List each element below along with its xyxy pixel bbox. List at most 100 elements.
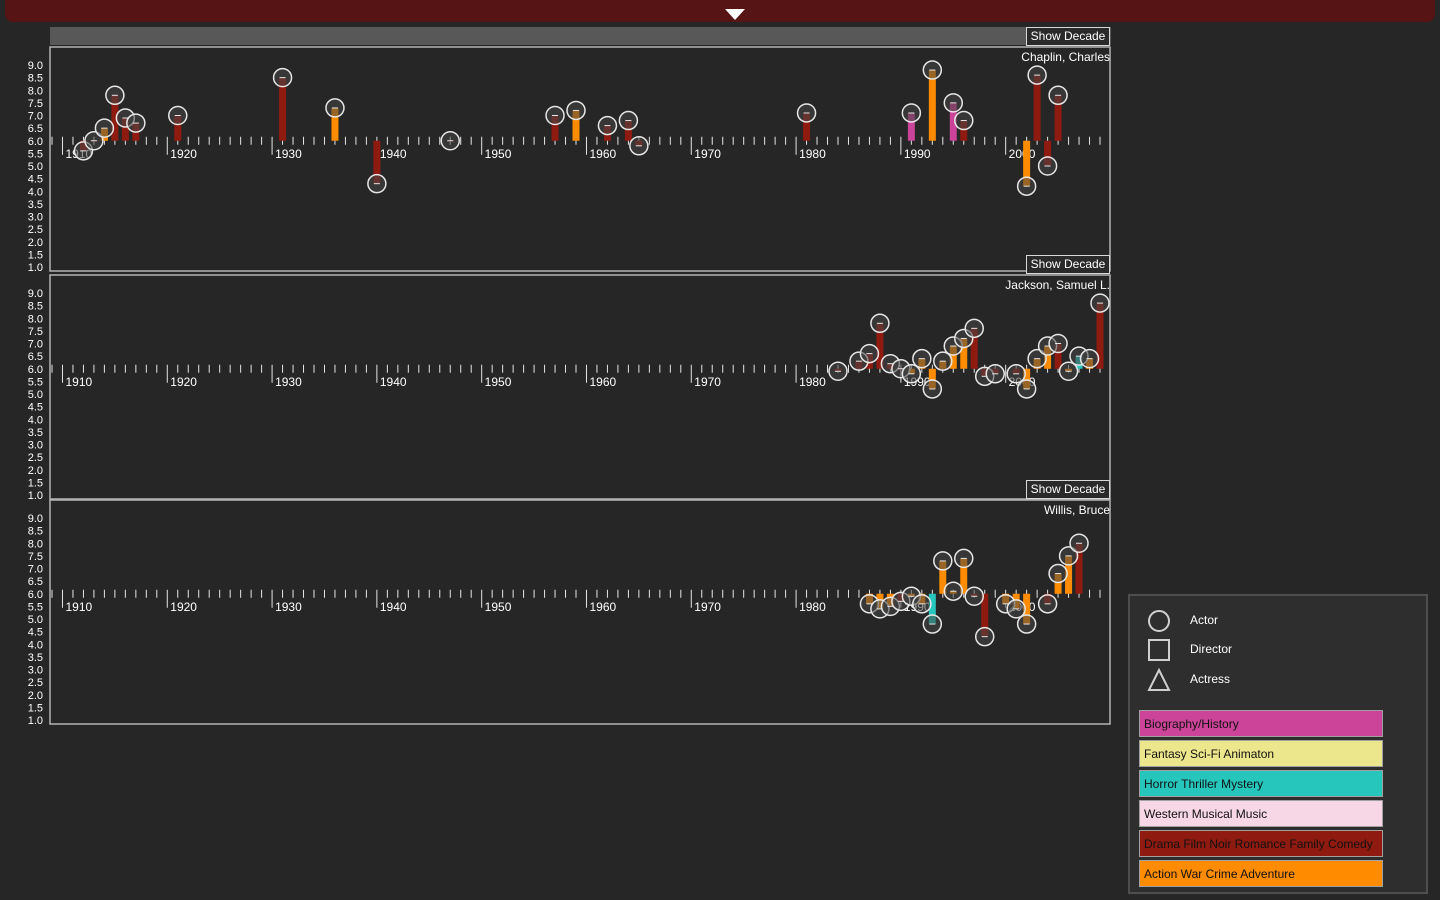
y-tick-label: 7.0 [28, 339, 43, 351]
x-tick-label: 1970 [694, 375, 721, 389]
x-tick-label: 1930 [275, 147, 302, 161]
y-tick-label: 3.5 [28, 427, 43, 439]
y-tick-label: 9.0 [28, 288, 43, 300]
y-tick-label: 8.0 [28, 538, 43, 550]
x-tick-label: 1960 [589, 147, 616, 161]
y-tick-label: 2.5 [28, 224, 43, 236]
y-tick-label: 3.5 [28, 199, 43, 211]
x-tick-label: 1980 [799, 147, 826, 161]
y-tick-label: 7.0 [28, 564, 43, 576]
y-tick-label: 9.0 [28, 60, 43, 72]
top-bar [5, 0, 1435, 22]
legend-role-actor: Actor [1146, 608, 1406, 634]
x-tick-label: 1980 [799, 600, 826, 614]
genre-filter-action[interactable]: Action War Crime Adventure [1139, 860, 1383, 887]
y-tick-label: 6.5 [28, 123, 43, 135]
y-tick-label: 5.0 [28, 161, 43, 173]
x-tick-label: 1940 [380, 600, 407, 614]
y-tick-label: 4.5 [28, 627, 43, 639]
legend-role-label: Actor [1190, 613, 1219, 627]
y-tick-label: 2.5 [28, 677, 43, 689]
x-tick-label: 1960 [589, 600, 616, 614]
y-tick-label: 4.0 [28, 186, 43, 198]
y-tick-label: 5.5 [28, 601, 43, 613]
y-tick-label: 7.0 [28, 111, 43, 123]
genre-filter-drama[interactable]: Drama Film Noir Romance Family Comedy [1139, 830, 1383, 857]
y-tick-label: 4.0 [28, 639, 43, 651]
y-tick-label: 8.5 [28, 73, 43, 85]
chart-svg: 9.08.58.07.57.06.56.05.55.04.54.03.53.02… [28, 499, 1111, 727]
x-tick-label: 1950 [485, 600, 512, 614]
chart-panel-chaplin: Show Decade Chaplin, Charles 9.0 8.5 8.0 7.… [0, 27, 1115, 274]
y-tick-label: 6.0 [28, 364, 43, 376]
y-tick-label: 4.5 [28, 174, 43, 186]
x-tick-label: 1940 [380, 375, 407, 389]
x-tick-label: 1920 [170, 375, 197, 389]
genre-filter-horror[interactable]: Horror Thriller Mystery [1139, 770, 1383, 797]
y-tick-label: 5.0 [28, 389, 43, 401]
y-tick-label: 8.0 [28, 313, 43, 325]
y-tick-label: 5.0 [28, 614, 43, 626]
y-tick-label: 9.0 [28, 513, 43, 525]
x-tick-label: 1920 [170, 147, 197, 161]
genre-filter-western[interactable]: Western Musical Music [1139, 800, 1383, 827]
legend-role-actress: Actress [1146, 667, 1406, 693]
plot-frame [49, 499, 1111, 725]
genre-filter-fantasy[interactable]: Fantasy Sci-Fi Animaton [1139, 740, 1383, 767]
x-tick-label: 1970 [694, 147, 721, 161]
y-tick-label: 4.0 [28, 414, 43, 426]
x-tick-label: 1940 [380, 147, 407, 161]
legend-role-label: Actress [1190, 672, 1231, 686]
y-tick-label: 1.5 [28, 702, 43, 714]
chart-panel-willis: Show Decade Willis, Bruce 9.0 8.5 8.0 7.5 7.… [0, 480, 1115, 727]
plot-frame [49, 274, 1111, 500]
y-tick-label: 8.5 [28, 526, 43, 538]
x-tick-label: 1920 [170, 600, 197, 614]
x-tick-label: 1950 [485, 147, 512, 161]
y-tick-label: 2.5 [28, 452, 43, 464]
triangle-icon [1147, 667, 1171, 691]
y-tick-label: 7.5 [28, 326, 43, 338]
legend-role-director: Director [1146, 637, 1406, 663]
bar[interactable] [928, 70, 936, 141]
x-tick-label: 1980 [799, 375, 826, 389]
y-tick-label: 6.0 [28, 589, 43, 601]
y-tick-label: 1.0 [28, 715, 43, 727]
y-tick-label: 5.5 [28, 148, 43, 160]
y-tick-label: 2.0 [28, 690, 43, 702]
y-tick-label: 3.0 [28, 440, 43, 452]
y-tick-label: 2.0 [28, 465, 43, 477]
x-tick-label: 1990 [904, 147, 931, 161]
genre-filter-biography[interactable]: Biography/History [1139, 710, 1383, 737]
y-tick-label: 5.5 [28, 376, 43, 388]
y-tick-label: 6.5 [28, 576, 43, 588]
x-tick-label: 1930 [275, 600, 302, 614]
y-tick-label: 8.0 [28, 85, 43, 97]
y-tick-label: 3.5 [28, 652, 43, 664]
y-tick-label: 3.0 [28, 212, 43, 224]
chart-svg: 9.08.58.07.57.06.56.05.55.04.54.03.53.02… [28, 274, 1111, 502]
y-tick-label: 6.5 [28, 351, 43, 363]
square-icon [1148, 639, 1170, 661]
y-tick-label: 7.5 [28, 98, 43, 110]
x-tick-label: 1930 [275, 375, 302, 389]
legend-role-label: Director [1190, 642, 1233, 656]
x-tick-label: 1910 [65, 600, 92, 614]
x-tick-label: 1910 [65, 375, 92, 389]
y-tick-label: 3.0 [28, 665, 43, 677]
x-tick-label: 1970 [694, 600, 721, 614]
circle-icon [1148, 610, 1170, 632]
y-tick-label: 6.0 [28, 136, 43, 148]
y-tick-label: 7.5 [28, 551, 43, 563]
plot-frame [49, 46, 1111, 272]
legend: Actor Director Actress Biography/History… [1128, 594, 1428, 894]
bar[interactable] [1033, 75, 1041, 141]
chart-panel-jackson: Show Decade Jackson, Samuel L. 9.0 8.5 8.0… [0, 255, 1115, 502]
x-tick-label: 1950 [485, 375, 512, 389]
chart-svg: 9.08.58.07.57.06.56.05.55.04.54.03.53.02… [28, 46, 1111, 274]
x-tick-label: 2000 [1009, 147, 1036, 161]
triangle-down-icon[interactable] [725, 9, 745, 20]
x-tick-label: 1960 [589, 375, 616, 389]
y-tick-label: 2.0 [28, 237, 43, 249]
y-tick-label: 8.5 [28, 301, 43, 313]
